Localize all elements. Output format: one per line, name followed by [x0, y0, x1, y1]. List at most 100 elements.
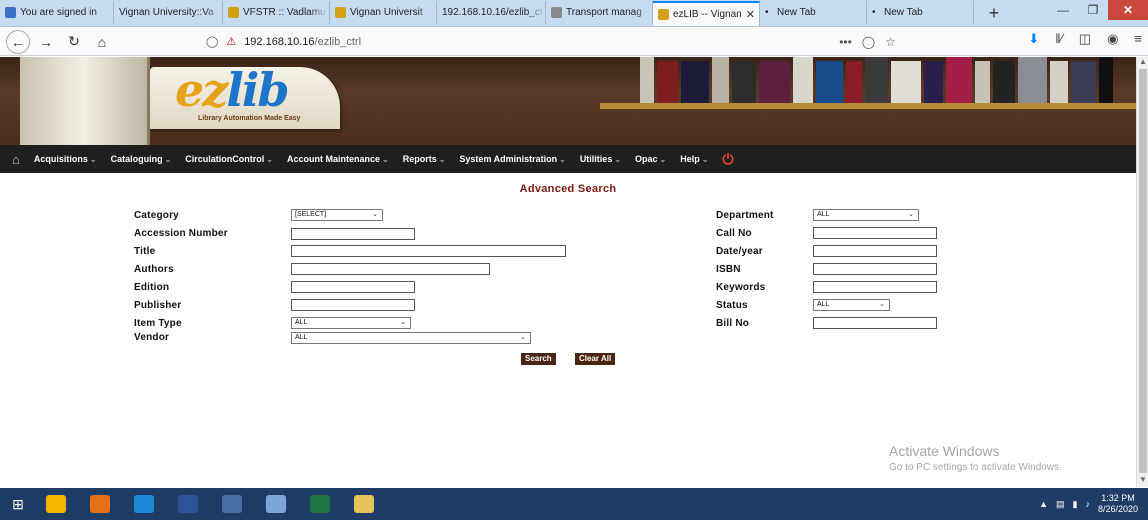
browser-tab[interactable]: Vignan Universit [330, 1, 437, 24]
tray-chevron-icon[interactable]: ▲ [1039, 499, 1048, 509]
close-tab-icon[interactable]: ✕ [742, 8, 755, 21]
item-type-select[interactable]: ALL ⌄ [291, 317, 411, 329]
windows-start-icon[interactable]: ⊞ [0, 488, 36, 520]
taskbar-app-icon[interactable] [168, 490, 208, 518]
home-button[interactable]: ⌂ [90, 30, 114, 54]
call-no-input[interactable] [813, 227, 937, 239]
network-icon[interactable]: ▤ [1056, 499, 1065, 510]
book-spine [793, 57, 813, 103]
title-input[interactable] [291, 245, 566, 257]
bill-no-input[interactable] [813, 317, 937, 329]
taskbar-app-icon[interactable] [124, 490, 164, 518]
url-bar[interactable]: ◯ ⚠ 192.168.10.16/ezlib_ctrl ••• ◯ ☆ [206, 31, 900, 52]
scroll-up-icon[interactable]: ▲ [1137, 57, 1148, 69]
clock[interactable]: 1:32 PM 8/26/2020 [1098, 493, 1138, 515]
restore-icon[interactable]: ❐ [1078, 0, 1108, 20]
battery-icon[interactable]: ▮ [1073, 499, 1078, 510]
category-value: [SELECT] [295, 211, 327, 218]
chevron-down-icon: ⌄ [266, 155, 273, 164]
volume-icon[interactable]: ♪ [1085, 499, 1090, 509]
insecure-lock-icon: ⚠ [226, 36, 237, 48]
download-icon[interactable]: ⬇ [1028, 31, 1039, 47]
menu-item-cataloguing[interactable]: Cataloguing ⌄ [111, 154, 172, 164]
accession-number-input[interactable] [291, 228, 415, 240]
hamburger-menu-icon[interactable]: ≡ [1134, 31, 1142, 47]
clock-date: 8/26/2020 [1097, 504, 1138, 514]
pocket-icon[interactable]: ◯ [862, 35, 875, 49]
publisher-input[interactable] [291, 299, 415, 311]
search-button[interactable]: Search [521, 353, 556, 365]
close-window-icon[interactable]: ✕ [1108, 0, 1148, 20]
tab-favicon-icon: • [765, 7, 769, 18]
browser-tab[interactable]: Transport manag [546, 1, 653, 24]
extension-icon[interactable]: ◉ [1107, 31, 1118, 47]
bookmark-star-icon[interactable]: ☆ [885, 35, 896, 49]
taskbar-app-icon[interactable] [212, 490, 252, 518]
status-select[interactable]: ALL ⌄ [813, 299, 890, 311]
tab-fade [955, 1, 973, 24]
sidebar-icon[interactable]: ◫ [1079, 31, 1091, 47]
reload-button[interactable]: ↻ [62, 30, 86, 54]
minimize-icon[interactable]: — [1048, 0, 1078, 20]
chevron-down-icon: ⌄ [614, 155, 622, 164]
keywords-input[interactable] [813, 281, 937, 293]
menu-item-account-maintenance[interactable]: Account Maintenance ⌄ [287, 154, 389, 164]
menu-item-help[interactable]: Help ⌄ [680, 154, 708, 164]
home-icon[interactable]: ⌂ [12, 152, 20, 167]
book-spine [975, 61, 990, 103]
clear-all-button[interactable]: Clear All [575, 353, 616, 365]
book-spine [640, 57, 654, 103]
menu-item-system-administration[interactable]: System Administration ⌄ [459, 154, 565, 164]
edition-input[interactable] [291, 281, 415, 293]
ezlib-logo: ezlib [175, 63, 290, 117]
book-spine [759, 61, 790, 103]
menu-item-opac[interactable]: Opac ⌄ [635, 154, 666, 164]
tab-favicon-icon [5, 7, 16, 18]
book-spine [1050, 61, 1068, 103]
browser-tab[interactable]: Vignan University::Va [114, 1, 223, 24]
browser-tab[interactable]: ezLIB -- Vignan ✕ [653, 1, 760, 26]
taskbar-app-icon[interactable] [300, 490, 340, 518]
browser-tab[interactable]: VFSTR :: Vadlamu [223, 1, 330, 24]
app-icon [354, 495, 374, 513]
authors-input[interactable] [291, 263, 490, 275]
book-spine [946, 57, 972, 103]
browser-tab[interactable]: • New Tab [760, 1, 867, 24]
department-value: ALL [817, 211, 830, 218]
back-button[interactable]: ← [6, 29, 30, 54]
power-icon[interactable]: ⏻ [722, 151, 733, 168]
page-actions-menu[interactable]: ••• [839, 35, 852, 49]
book-spine [1099, 57, 1113, 103]
category-select[interactable]: [SELECT] ⌄ [291, 209, 383, 221]
book-spine [891, 61, 921, 103]
isbn-input[interactable] [813, 263, 937, 275]
scrollbar-thumb[interactable] [1139, 69, 1147, 473]
label-item-type: Item Type [134, 318, 182, 329]
browser-tab[interactable]: 192.168.10.16/ezlib_ct [437, 1, 546, 24]
vendor-select[interactable]: ALL ⌄ [291, 332, 531, 344]
taskbar-app-icon[interactable] [80, 490, 120, 518]
library-icon[interactable]: ‖⁄ [1055, 31, 1063, 47]
menu-item-utilities[interactable]: Utilities ⌄ [580, 154, 621, 164]
browser-tab[interactable]: You are signed in [0, 1, 114, 24]
scroll-down-icon[interactable]: ▼ [1137, 475, 1148, 487]
new-tab-button[interactable]: + [974, 1, 1014, 26]
toolbar-right: ⬇ ‖⁄ ◫ ◉ ≡ [1028, 31, 1142, 47]
tab-fade [848, 1, 866, 24]
browser-tab[interactable]: • New Tab [867, 1, 974, 24]
date-year-input[interactable] [813, 245, 937, 257]
menu-item-reports[interactable]: Reports ⌄ [403, 154, 446, 164]
app-icon [134, 495, 154, 513]
department-select[interactable]: ALL ⌄ [813, 209, 919, 221]
taskbar-app-icon[interactable] [344, 490, 384, 518]
menu-item-label: Account Maintenance [286, 154, 380, 164]
menu-item-circulationcontrol[interactable]: CirculationControl ⌄ [185, 154, 273, 164]
taskbar-app-icon[interactable] [36, 490, 76, 518]
chevron-down-icon: ⌄ [438, 155, 446, 164]
book-spine [1018, 57, 1047, 103]
vertical-scrollbar[interactable]: ▲ ▼ [1136, 57, 1148, 487]
shield-icon: ◯ [206, 36, 219, 48]
taskbar-app-icon[interactable] [256, 490, 296, 518]
menu-item-acquisitions[interactable]: Acquisitions ⌄ [34, 154, 97, 164]
forward-button[interactable]: → [34, 30, 58, 54]
